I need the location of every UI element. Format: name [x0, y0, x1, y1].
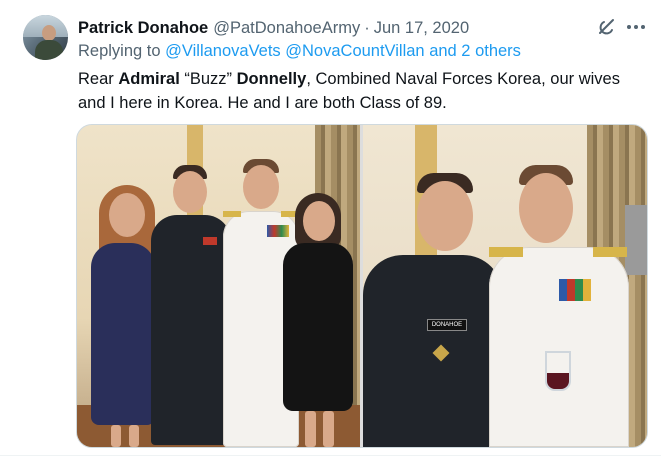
shoulder-board: [593, 247, 627, 257]
reply-context: Replying to @VillanovaVets @NovaCountVil…: [78, 42, 521, 61]
navy-white-uniform: [489, 247, 629, 447]
person-dress: [283, 243, 353, 411]
army-uniform: [151, 215, 231, 445]
reply-prefix: Replying to: [78, 42, 161, 60]
more-options-icon[interactable]: [624, 16, 648, 38]
tweet-text: Rear Admiral “Buzz” Donnelly, Combined N…: [78, 67, 648, 115]
tweet-date[interactable]: Jun 17, 2020: [374, 19, 469, 38]
person-face: [109, 193, 145, 237]
avatar-head: [42, 25, 56, 41]
tweet-media[interactable]: DONAHOE: [76, 124, 648, 448]
tweet-text-bold: Donnelly: [236, 70, 307, 88]
person-face: [243, 165, 279, 209]
more-dot: [641, 25, 645, 29]
shoulder-board: [489, 247, 523, 257]
wall-panel: [625, 205, 647, 275]
ribbons: [203, 237, 217, 245]
photo-officers[interactable]: DONAHOE: [363, 125, 647, 447]
header-separator: ·: [364, 18, 370, 37]
person-leg: [129, 425, 139, 447]
more-dot: [627, 25, 631, 29]
person-leg: [305, 411, 316, 447]
person-face: [417, 181, 473, 251]
wine-glass: [545, 351, 571, 391]
avatar[interactable]: [23, 15, 68, 60]
person-leg: [111, 425, 121, 447]
tweet-text-part: “Buzz”: [179, 70, 237, 88]
author-handle[interactable]: @PatDonahoeArmy: [213, 19, 360, 38]
person-face: [173, 171, 207, 213]
person-leg: [323, 411, 334, 447]
author-name[interactable]: Patrick Donahoe: [78, 19, 208, 38]
tweet[interactable]: Patrick Donahoe @PatDonahoeArmy · Jun 17…: [0, 0, 661, 456]
person-face: [519, 173, 573, 243]
tweet-header: Patrick Donahoe @PatDonahoeArmy · Jun 17…: [78, 17, 469, 39]
name-tag: DONAHOE: [427, 319, 467, 331]
ribbons: [559, 279, 591, 301]
grok-icon[interactable]: [596, 16, 618, 38]
ribbons: [267, 225, 289, 237]
shoulder-board: [223, 211, 241, 217]
reply-targets-link[interactable]: @VillanovaVets @NovaCountVillan and 2 ot…: [165, 42, 521, 60]
photo-group[interactable]: [77, 125, 360, 447]
avatar-body: [35, 40, 63, 60]
person-face: [303, 201, 335, 241]
tweet-text-part: Rear: [78, 70, 119, 88]
person-dress: [91, 243, 155, 425]
tweet-text-bold: Admiral: [118, 70, 180, 88]
more-dot: [634, 25, 638, 29]
